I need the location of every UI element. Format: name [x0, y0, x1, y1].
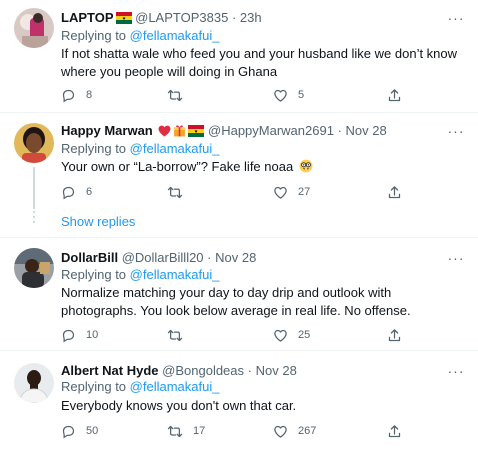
replying-label: Replying to [61, 141, 130, 156]
tweet-header: DollarBill @DollarBilll20 · Nov 28 [61, 249, 256, 267]
like-count: 5 [298, 89, 305, 101]
reply-icon [61, 328, 76, 343]
nerd-face-emoji-icon [299, 159, 313, 178]
reply-icon [61, 88, 76, 103]
reply-count: 50 [86, 425, 99, 437]
replying-to: Replying to @fellamakafui_ [61, 27, 219, 45]
retweet-count: 17 [193, 425, 206, 437]
user-handle[interactable]: @DollarBilll20 [122, 250, 204, 265]
thread-line [33, 167, 35, 209]
like-button[interactable]: 5 [273, 86, 304, 104]
tweet-actions: 10 25 [61, 326, 466, 344]
replying-to: Replying to @fellamakafui_ [61, 266, 219, 284]
reply-button[interactable]: 50 [61, 422, 98, 440]
reply-count: 8 [86, 89, 93, 101]
share-icon [387, 424, 402, 439]
reply-button[interactable]: 6 [61, 183, 92, 201]
share-icon [387, 185, 402, 200]
retweet-icon [167, 424, 183, 439]
reply-icon [61, 185, 76, 200]
more-options-icon[interactable]: ··· [446, 11, 466, 30]
show-replies-link[interactable]: Show replies [61, 213, 135, 231]
tweet-actions: 8 5 [61, 86, 466, 104]
like-button[interactable]: 27 [273, 183, 310, 201]
more-options-icon[interactable]: ··· [446, 251, 466, 270]
tweet-text-content: Your own or “La-borrow”? Fake life noaa [61, 159, 294, 174]
avatar[interactable] [14, 363, 54, 403]
tweet-actions: 6 27 [61, 183, 466, 201]
tweet-dollarbill[interactable]: DollarBill @DollarBilll20 · Nov 28 ··· R… [0, 238, 478, 350]
display-name[interactable]: DollarBill [61, 250, 118, 265]
retweet-icon [167, 328, 183, 343]
retweet-button[interactable] [167, 86, 193, 104]
separator-dot: · [231, 10, 237, 25]
reply-count: 10 [86, 329, 99, 341]
reply-count: 6 [86, 186, 93, 198]
retweet-button[interactable]: 17 [167, 422, 205, 440]
tweet-actions: 50 17 267 [61, 422, 466, 440]
tweet-happy-marwan[interactable]: Happy Marwan @HappyMarwan2691 · Nov 28 ·… [0, 113, 478, 237]
tweet-text: Normalize matching your day to day drip … [61, 285, 411, 318]
timestamp[interactable]: Nov 28 [256, 363, 297, 378]
separator-dot: · [337, 123, 342, 138]
timestamp[interactable]: Nov 28 [215, 250, 256, 265]
thread-dots [33, 211, 35, 226]
like-icon [273, 328, 288, 343]
more-options-icon[interactable]: ··· [446, 124, 466, 143]
retweet-button[interactable] [167, 183, 193, 201]
separator-dot: · [247, 363, 252, 378]
avatar[interactable] [14, 248, 54, 288]
tweet-header: LAPTOP @LAPTOP3835 · 23h [61, 9, 262, 27]
share-button[interactable] [387, 86, 402, 104]
replying-to: Replying to @fellamakafui_ [61, 378, 219, 396]
like-icon [273, 424, 288, 439]
display-name[interactable]: LAPTOP [61, 10, 114, 25]
like-button[interactable]: 25 [273, 326, 310, 344]
replying-label: Replying to [61, 267, 130, 282]
share-icon [387, 88, 402, 103]
mention-link[interactable]: @fellamakafui_ [130, 141, 220, 156]
like-count: 267 [298, 425, 317, 437]
like-icon [273, 88, 288, 103]
tweet-albert-nat-hyde[interactable]: Albert Nat Hyde @Bongoldeas · Nov 28 ···… [0, 351, 478, 450]
replying-label: Replying to [61, 379, 130, 394]
retweet-button[interactable] [167, 326, 193, 344]
user-handle[interactable]: @Bongoldeas [162, 363, 244, 378]
retweet-icon [167, 185, 183, 200]
reply-icon [61, 424, 76, 439]
timestamp[interactable]: 23h [240, 10, 262, 25]
avatar[interactable] [14, 8, 54, 48]
avatar[interactable] [14, 123, 54, 163]
reply-button[interactable]: 10 [61, 326, 98, 344]
mention-link[interactable]: @fellamakafui_ [130, 267, 220, 282]
share-button[interactable] [387, 422, 402, 440]
tweet-text: Everybody knows you don't own that car. [61, 398, 297, 413]
tweet-text: Your own or “La-borrow”? Fake life noaa [61, 158, 466, 178]
replying-label: Replying to [61, 28, 130, 43]
separator-dot: · [207, 250, 212, 265]
mention-link[interactable]: @fellamakafui_ [130, 379, 220, 394]
like-button[interactable]: 267 [273, 422, 316, 440]
share-button[interactable] [387, 183, 402, 201]
share-icon [387, 328, 402, 343]
display-name[interactable]: Happy Marwan [61, 123, 153, 138]
mention-link[interactable]: @fellamakafui_ [130, 28, 220, 43]
tweet-header: Happy Marwan @HappyMarwan2691 · Nov 28 [61, 122, 387, 140]
user-handle[interactable]: @HappyMarwan2691 [208, 123, 334, 138]
replying-to: Replying to @fellamakafui_ [61, 140, 219, 158]
like-icon [273, 185, 288, 200]
timestamp[interactable]: Nov 28 [346, 123, 387, 138]
retweet-icon [167, 88, 183, 103]
display-name[interactable]: Albert Nat Hyde [61, 363, 159, 378]
more-options-icon[interactable]: ··· [446, 364, 466, 383]
like-count: 25 [298, 329, 311, 341]
share-button[interactable] [387, 326, 402, 344]
tweet-text: If not shatta wale who feed you and your… [61, 46, 458, 79]
tweet-laptop[interactable]: LAPTOP @LAPTOP3835 · 23h ··· Replying to… [0, 0, 478, 112]
user-handle[interactable]: @LAPTOP3835 [135, 10, 228, 25]
reply-button[interactable]: 8 [61, 86, 92, 104]
like-count: 27 [298, 186, 311, 198]
